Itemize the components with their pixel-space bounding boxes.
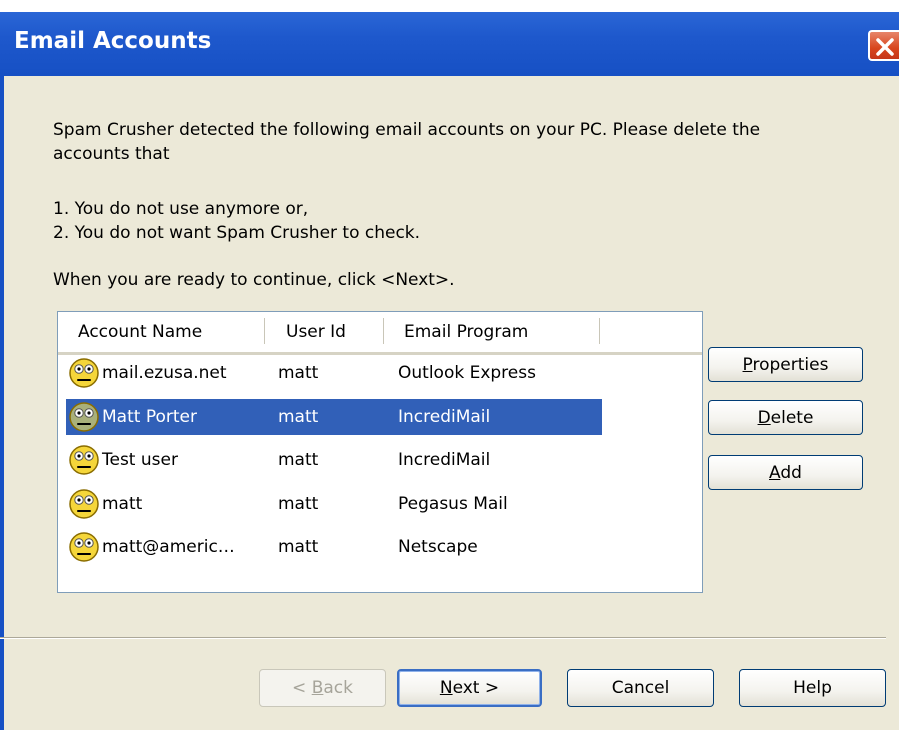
delete-button[interactable]: Delete xyxy=(708,400,863,435)
screen-top-strip xyxy=(0,0,899,12)
account-face-icon xyxy=(69,401,99,432)
email-program-cell: Netscape xyxy=(398,537,478,557)
column-header-account-name[interactable]: Account Name xyxy=(78,322,202,342)
footer-divider xyxy=(0,637,886,639)
accounts-list[interactable]: Account Name User Id Email Program mail.… xyxy=(57,311,703,593)
back-button[interactable]: < Back xyxy=(259,669,386,707)
next-button[interactable]: Next > xyxy=(397,669,542,707)
email-program-cell: IncrediMail xyxy=(398,406,491,427)
list-header: Account Name User Id Email Program xyxy=(58,312,702,355)
back-accesskey: B xyxy=(311,678,324,698)
cancel-button[interactable]: Cancel xyxy=(567,669,714,707)
email-program-cell: Pegasus Mail xyxy=(398,493,508,514)
back-prefix: < xyxy=(292,678,312,698)
intro-item-1: 1. You do not use anymore or, xyxy=(53,199,309,219)
account-name-cell: matt xyxy=(102,493,143,514)
column-divider[interactable] xyxy=(383,318,384,344)
delete-label: elete xyxy=(770,407,814,428)
column-divider[interactable] xyxy=(264,318,265,344)
close-button[interactable] xyxy=(868,30,899,61)
window-title: Email Accounts xyxy=(14,28,212,54)
account-face-icon xyxy=(69,488,99,519)
column-header-email-program[interactable]: Email Program xyxy=(404,322,528,342)
account-name-cell: matt@americ… xyxy=(102,537,235,557)
title-bar[interactable]: Email Accounts xyxy=(0,12,899,76)
next-accesskey: N xyxy=(439,678,453,698)
user-id-cell: matt xyxy=(278,406,319,427)
account-face-icon xyxy=(69,445,99,475)
properties-button[interactable]: Properties xyxy=(708,347,863,382)
account-name-cell: Test user xyxy=(102,450,178,470)
properties-label: roperties xyxy=(752,354,829,375)
add-button[interactable]: Add xyxy=(708,455,863,490)
user-id-cell: matt xyxy=(278,537,319,557)
email-program-cell: IncrediMail xyxy=(398,450,491,470)
list-item[interactable]: Test user matt IncrediMail xyxy=(66,442,602,478)
next-label: ext > xyxy=(452,678,500,698)
account-name-cell: Matt Porter xyxy=(102,406,197,427)
column-divider[interactable] xyxy=(599,318,600,344)
user-id-cell: matt xyxy=(278,450,319,470)
list-item[interactable]: mail.ezusa.net matt Outlook Express xyxy=(66,355,602,391)
back-label: ack xyxy=(323,678,353,698)
add-accesskey: A xyxy=(769,462,781,483)
help-button[interactable]: Help xyxy=(739,669,886,707)
account-name-cell: mail.ezusa.net xyxy=(102,363,227,383)
intro-item-2: 2. You do not want Spam Crusher to check… xyxy=(53,223,421,243)
column-header-user-id[interactable]: User Id xyxy=(286,322,346,342)
intro-line-2: accounts that xyxy=(53,144,170,164)
user-id-cell: matt xyxy=(278,363,319,383)
window-left-border xyxy=(0,76,4,730)
add-label: dd xyxy=(780,462,802,483)
list-item[interactable]: matt@americ… matt Netscape xyxy=(66,529,602,565)
user-id-cell: matt xyxy=(278,493,319,514)
account-face-icon xyxy=(69,358,99,388)
list-item[interactable]: matt matt Pegasus Mail xyxy=(66,486,602,522)
delete-accesskey: D xyxy=(757,407,771,428)
intro-line-1: Spam Crusher detected the following emai… xyxy=(53,120,761,140)
email-program-cell: Outlook Express xyxy=(398,363,536,383)
properties-accesskey: P xyxy=(742,354,753,375)
list-item[interactable]: Matt Porter matt IncrediMail xyxy=(66,398,602,435)
account-face-icon xyxy=(69,532,99,562)
close-icon xyxy=(876,38,894,56)
intro-continue: When you are ready to continue, click <N… xyxy=(53,270,455,290)
